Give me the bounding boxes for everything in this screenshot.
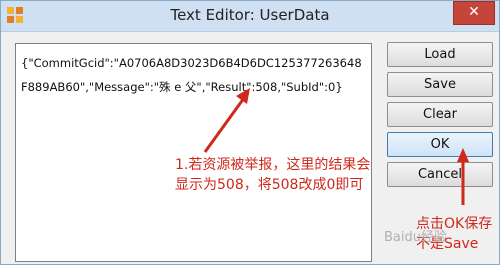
annotation-note-1-line-2: 显示为508，将508改成0即可 [175,177,364,193]
watermark: Baidu经验 [384,230,447,245]
window-title: Text Editor: UserData [170,6,330,24]
ok-button[interactable]: OK [387,132,493,157]
close-button[interactable]: ✕ [453,1,495,25]
annotation-note-1: 1.若资源被举报，这里的结果会 显示为508，将508改成0即可 [175,155,370,195]
editor-content[interactable]: {"CommitGcid":"A0706A8D3023D6B4D6DC12537… [21,51,366,99]
text-editor-area[interactable]: {"CommitGcid":"A0706A8D3023D6B4D6DC12537… [15,43,372,262]
clear-button[interactable]: Clear [387,102,493,127]
save-button[interactable]: Save [387,72,493,97]
load-button[interactable]: Load [387,42,493,67]
annotation-note-1-line-1: 1.若资源被举报，这里的结果会 [175,157,371,173]
cancel-button[interactable]: Cancel [387,162,493,187]
title-bar: Text Editor: UserData ✕ [1,1,499,32]
